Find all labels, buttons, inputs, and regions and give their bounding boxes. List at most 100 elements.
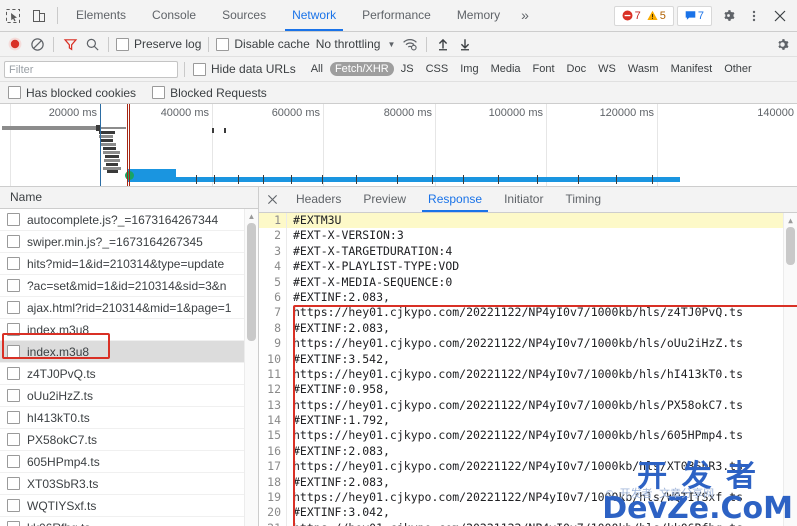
detail-tab-response[interactable]: Response [417,187,493,212]
device-toolbar-icon[interactable] [26,4,52,28]
tab-memory[interactable]: Memory [444,0,513,31]
disable-cache-checkbox-box[interactable] [216,37,230,51]
request-row[interactable]: kk06Rfhg.ts [0,517,258,526]
filter-type-js[interactable]: JS [396,62,419,76]
filter-type-wasm[interactable]: Wasm [623,62,664,76]
request-row[interactable]: autocomplete.js?_=1673164267344 [0,209,258,231]
timeline-bar [616,175,617,184]
filter-type-fetch-xhr[interactable]: Fetch/XHR [329,62,394,76]
issues-counters[interactable]: 7 5 [613,5,674,26]
filter-type-img[interactable]: Img [455,62,483,76]
line-text: #EXTINF:3.542, [293,351,390,366]
inspect-element-icon[interactable] [0,4,26,28]
request-row[interactable]: hits?mid=1&id=210314&type=update [0,253,258,275]
gear-icon[interactable] [715,4,741,28]
blocked-requests-checkbox-box[interactable] [152,86,166,99]
tab-elements[interactable]: Elements [63,0,139,31]
filter-type-all[interactable]: All [306,62,328,76]
close-icon[interactable] [767,4,793,28]
line-number: 2 [259,228,287,244]
disable-cache-checkbox[interactable]: Disable cache [214,37,311,51]
request-name-column-header[interactable]: Name [0,187,258,209]
scroll-up-icon[interactable]: ▲ [245,210,258,222]
timeline-bar [224,128,226,133]
request-row[interactable]: oUu2iHzZ.ts [0,385,258,407]
detail-tab-preview[interactable]: Preview [352,187,417,212]
line-text: #EXTINF:2.083, [293,289,390,304]
filter-button[interactable] [59,33,81,55]
filter-type-media[interactable]: Media [486,62,526,76]
request-icon [7,367,20,380]
has-blocked-cookies-checkbox[interactable]: Has blocked cookies [6,86,138,100]
line-text: #EXT-X-PLAYLIST-TYPE:VOD [293,259,460,274]
network-settings-gear-icon[interactable] [771,33,793,55]
line-text: https://hey01.cjkypo.com/20221122/NP4yI0… [293,428,744,443]
blocked-requests-checkbox[interactable]: Blocked Requests [150,86,269,100]
request-row[interactable]: hI413kT0.ts [0,407,258,429]
filter-type-manifest[interactable]: Manifest [666,62,718,76]
scroll-up-icon[interactable]: ▲ [784,214,797,226]
tab-network[interactable]: Network [279,0,349,31]
more-tabs-icon[interactable]: » [513,0,537,31]
detail-tab-initiator[interactable]: Initiator [493,187,554,212]
line-text: https://hey01.cjkypo.com/20221122/NP4yI0… [287,521,743,526]
warning-count-badge[interactable]: 5 [644,10,669,22]
error-count-value: 7 [634,9,641,22]
tab-console[interactable]: Console [139,0,209,31]
warning-count-value: 5 [659,9,666,22]
tab-sources[interactable]: Sources [209,0,279,31]
request-row[interactable]: z4TJ0PvQ.ts [0,363,258,385]
request-name: PX58okC7.ts [27,432,98,447]
tab-performance[interactable]: Performance [349,0,444,31]
code-line: 12 #EXTINF:0.958, [259,382,797,398]
request-name: 605HPmp4.ts [27,454,100,469]
hide-data-urls-checkbox[interactable]: Hide data URLs [191,62,298,76]
request-row[interactable]: swiper.min.js?_=1673164267345 [0,231,258,253]
request-row[interactable]: XT03SbR3.ts [0,473,258,495]
filter-type-other[interactable]: Other [719,62,757,76]
timeline-ruler: 20000 ms 40000 ms 60000 ms 80000 ms 1000… [0,104,797,186]
message-count-badge[interactable]: 7 [682,10,707,22]
import-har-icon[interactable] [432,33,454,55]
detail-tab-headers[interactable]: Headers [285,187,352,212]
filter-type-ws[interactable]: WS [593,62,621,76]
request-row[interactable]: ajax.html?rid=210314&mid=1&page=1 [0,297,258,319]
line-number: 9 [259,336,287,352]
line-number: 17 [259,459,287,475]
throttling-select-value[interactable]: No throttling [316,37,381,51]
error-count-badge[interactable]: 7 [619,10,644,22]
hide-data-urls-checkbox-box[interactable] [193,62,206,76]
response-scrollbar[interactable]: ▲ [783,213,797,526]
messages-counter[interactable]: 7 [676,5,712,26]
export-har-icon[interactable] [454,33,476,55]
response-body-viewer[interactable]: 1 #EXTM3U 2 #EXT-X-VERSION:3 3 #EXT-X-TA… [259,213,797,526]
record-button[interactable] [4,33,26,55]
filter-type-font[interactable]: Font [528,62,560,76]
scrollbar-thumb[interactable] [786,227,795,265]
timeline-bar [537,175,538,184]
request-row[interactable]: PX58okC7.ts [0,429,258,451]
preserve-log-checkbox-box[interactable] [116,37,129,51]
filter-type-css[interactable]: CSS [421,62,454,76]
request-row[interactable]: 605HPmp4.ts [0,451,258,473]
has-blocked-cookies-checkbox-box[interactable] [8,86,21,99]
request-row-selected[interactable]: index.m3u8 [0,341,258,363]
filter-type-doc[interactable]: Doc [562,62,592,76]
request-row[interactable]: WQTIYSxf.ts [0,495,258,517]
detail-tab-timing[interactable]: Timing [554,187,612,212]
search-icon[interactable] [81,33,103,55]
request-icon [7,477,20,490]
scrollbar-thumb[interactable] [247,223,256,341]
request-row[interactable]: ?ac=set&mid=1&id=210314&sid=3&n [0,275,258,297]
preserve-log-checkbox[interactable]: Preserve log [114,37,203,51]
more-vertical-icon[interactable] [741,4,767,28]
request-list[interactable]: autocomplete.js?_=1673164267344 swiper.m… [0,209,258,526]
network-timeline-overview[interactable]: 20000 ms 40000 ms 60000 ms 80000 ms 1000… [0,104,797,187]
close-detail-icon[interactable] [259,187,285,212]
filter-input[interactable]: Filter [4,60,178,78]
clear-button[interactable] [26,33,48,55]
chevron-down-icon[interactable]: ▼ [387,40,395,49]
request-row[interactable]: index.m3u8 [0,319,258,341]
network-conditions-icon[interactable] [399,33,421,55]
request-list-scrollbar[interactable]: ▲ [244,209,258,526]
